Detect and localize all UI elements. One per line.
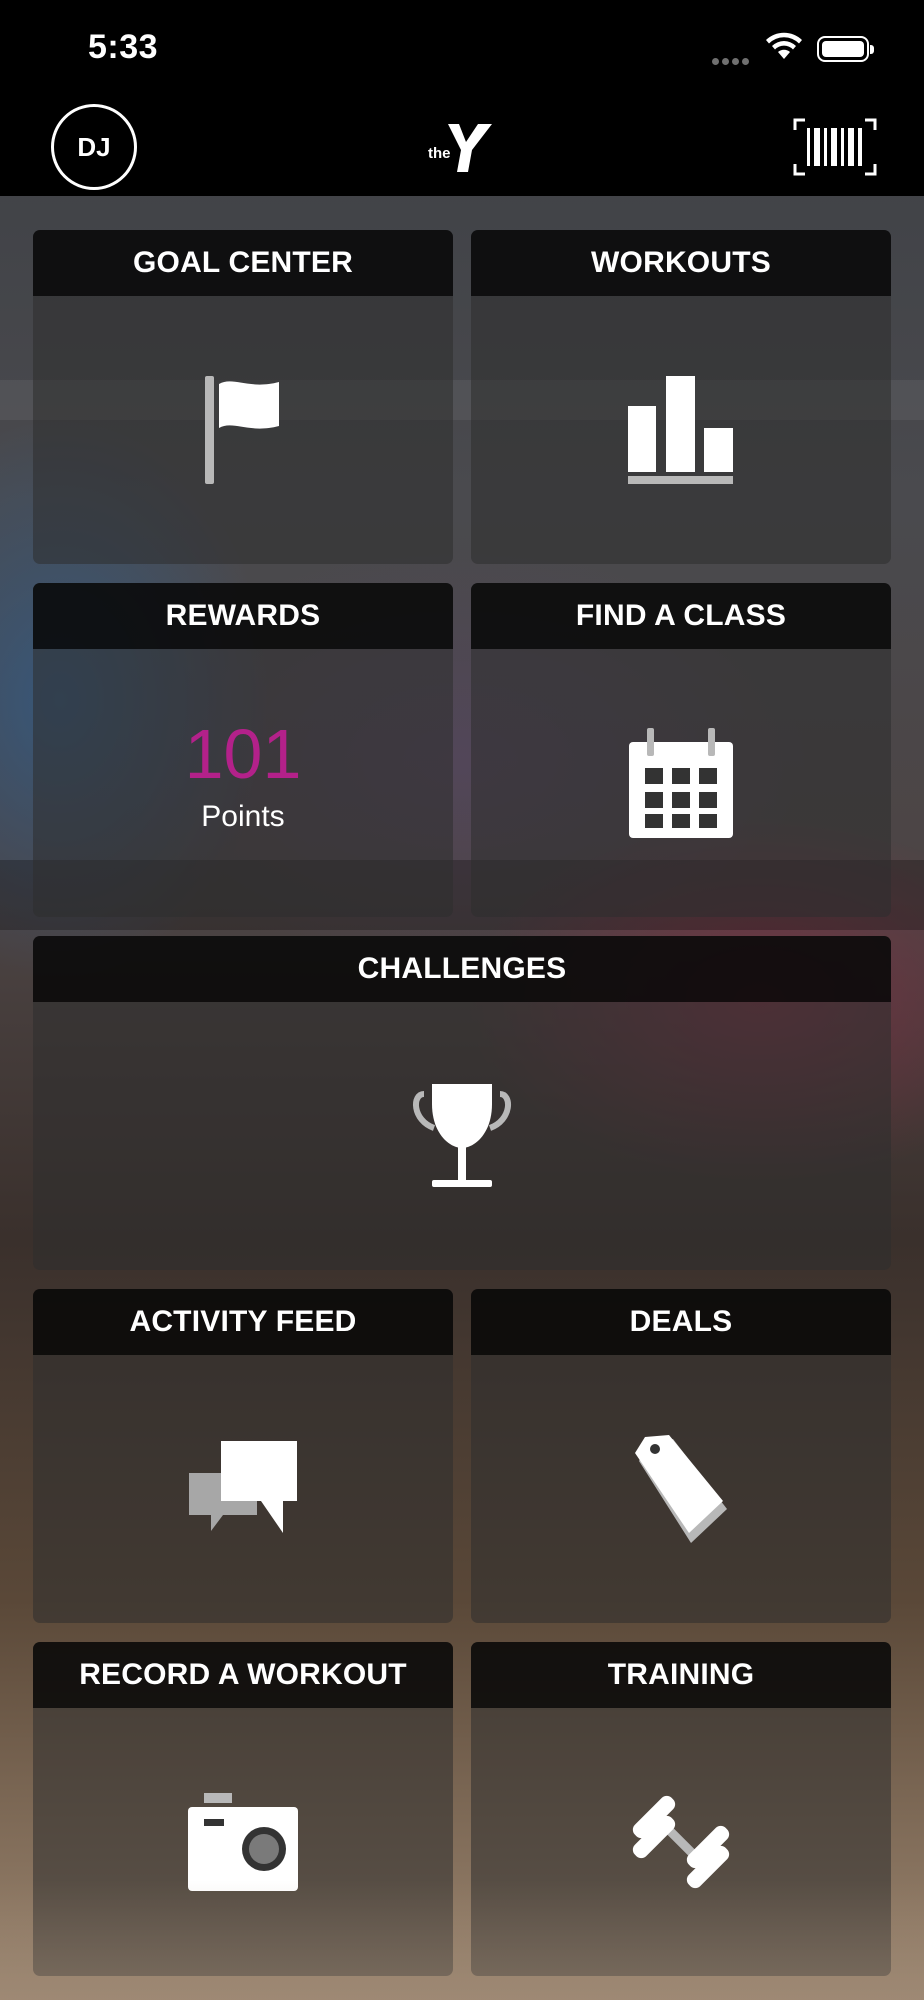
trophy-icon <box>413 1084 511 1187</box>
status-time: 5:33 <box>88 28 159 66</box>
training-title: TRAINING <box>471 1642 891 1708</box>
challenges-title: CHALLENGES <box>33 936 891 1002</box>
rewards-points-value: 101 <box>184 715 302 793</box>
rewards-points-label: Points <box>201 800 285 833</box>
camera-icon <box>188 1793 298 1891</box>
bar-chart-icon <box>628 376 733 484</box>
deals-tile[interactable]: DEALS <box>471 1289 891 1623</box>
record-a-workout-title: RECORD A WORKOUT <box>33 1642 453 1708</box>
chat-bubbles-icon <box>189 1441 297 1533</box>
activity-feed-tile[interactable]: ACTIVITY FEED <box>33 1289 453 1623</box>
price-tag-icon <box>635 1435 727 1543</box>
svg-text:the: the <box>428 145 451 162</box>
goal-center-tile[interactable]: GOAL CENTER <box>33 230 453 564</box>
challenges-tile[interactable]: CHALLENGES <box>33 936 891 1270</box>
barcode-icon[interactable] <box>793 118 877 176</box>
top-navigation-bar: DJ the <box>0 98 924 196</box>
workouts-tile[interactable]: WORKOUTS <box>471 230 891 564</box>
goal-center-title: GOAL CENTER <box>33 230 453 296</box>
rewards-title: REWARDS <box>33 583 453 649</box>
battery-icon <box>817 36 874 62</box>
ymca-logo: the <box>428 124 492 172</box>
flag-icon <box>205 376 279 484</box>
profile-avatar-button[interactable]: DJ <box>51 104 137 190</box>
find-a-class-title: FIND A CLASS <box>471 583 891 649</box>
rewards-tile[interactable]: REWARDS 101 Points <box>33 583 453 917</box>
status-bar: 5:33 <box>0 0 924 98</box>
deals-title: DEALS <box>471 1289 891 1355</box>
bottom-fade <box>0 1880 924 2000</box>
find-a-class-tile[interactable]: FIND A CLASS <box>471 583 891 917</box>
cellular-signal-icon <box>712 52 756 65</box>
wifi-icon <box>766 32 802 59</box>
workouts-title: WORKOUTS <box>471 230 891 296</box>
activity-feed-title: ACTIVITY FEED <box>33 1289 453 1355</box>
calendar-icon <box>629 728 733 838</box>
